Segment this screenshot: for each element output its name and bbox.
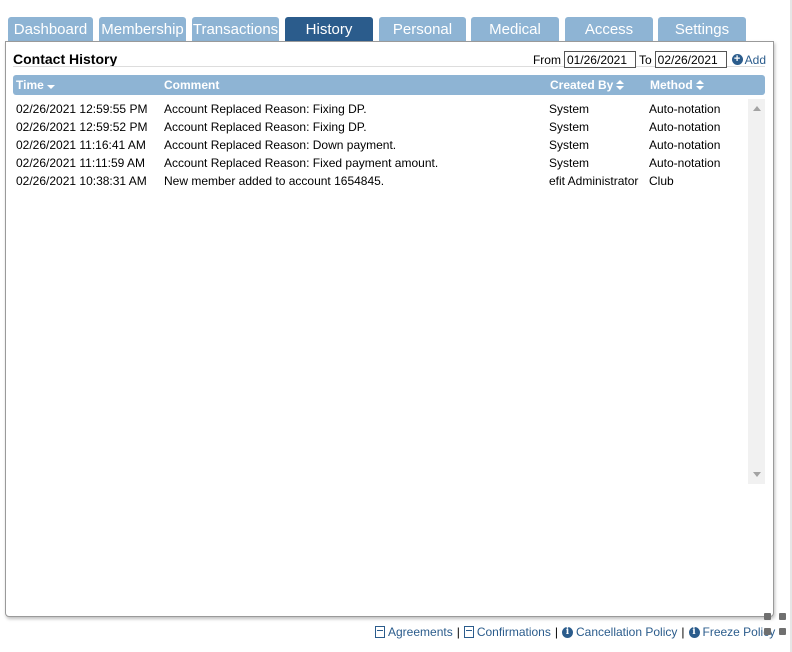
table-row[interactable]: 02/26/2021 11:11:59 AM Account Replaced … <box>13 155 747 173</box>
footer-links: Agreements | Confirmations | i Cancellat… <box>375 625 775 639</box>
tab-dashboard[interactable]: Dashboard <box>8 17 93 42</box>
column-label-method: Method <box>650 78 693 92</box>
vertical-scrollbar[interactable] <box>748 99 765 484</box>
scroll-down-icon[interactable] <box>753 472 761 477</box>
agreements-label: Agreements <box>388 625 453 639</box>
network-node <box>779 613 786 620</box>
column-label-comment: Comment <box>164 78 220 92</box>
table-row[interactable]: 02/26/2021 11:16:41 AM Account Replaced … <box>13 137 747 155</box>
scroll-up-icon[interactable] <box>753 106 761 111</box>
grid-header: Time Comment Created By Method <box>13 75 765 95</box>
cell-created-by: System <box>549 156 590 170</box>
tab-access[interactable]: Access <box>565 17 653 42</box>
to-label: To <box>638 52 652 67</box>
sort-desc-icon <box>46 80 55 90</box>
add-button[interactable]: + Add <box>731 52 766 67</box>
table-row[interactable]: 02/26/2021 10:38:31 AM New member added … <box>13 173 747 191</box>
cell-created-by: efit Administrator <box>549 174 639 188</box>
panel-title: Contact History <box>13 51 118 67</box>
cell-comment: Account Replaced Reason: Fixed payment a… <box>164 156 439 170</box>
cell-comment: Account Replaced Reason: Fixing DP. <box>164 120 367 134</box>
column-header-comment: Comment <box>164 78 219 92</box>
column-label-created-by: Created By <box>550 78 614 92</box>
network-icon[interactable] <box>762 611 790 639</box>
cell-method: Club <box>649 174 674 188</box>
table-row[interactable]: 02/26/2021 12:59:52 PM Account Replaced … <box>13 119 747 137</box>
separator: | <box>456 625 460 639</box>
separator: | <box>554 625 558 639</box>
confirmations-link[interactable]: Confirmations <box>463 625 551 639</box>
network-node <box>764 628 771 635</box>
cell-comment: New member added to account 1654845. <box>164 174 385 188</box>
table-row[interactable]: 02/26/2021 12:59:55 PM Account Replaced … <box>13 101 747 119</box>
cell-comment: Account Replaced Reason: Fixing DP. <box>164 102 367 116</box>
cancellation-label: Cancellation Policy <box>575 625 678 639</box>
cancellation-policy-link[interactable]: i Cancellation Policy <box>561 625 678 639</box>
info-icon: i <box>688 626 700 638</box>
cell-created-by: System <box>549 120 590 134</box>
cell-method: Auto-notation <box>649 138 721 152</box>
cell-time: 02/26/2021 11:11:59 AM <box>16 156 145 170</box>
from-date-input[interactable] <box>563 51 636 68</box>
tab-history[interactable]: History <box>285 17 373 42</box>
add-label: Add <box>744 52 766 67</box>
column-label-time: Time <box>16 78 44 92</box>
cell-time: 02/26/2021 12:59:52 PM <box>16 120 148 134</box>
sort-icon <box>695 80 704 90</box>
network-node <box>779 628 786 635</box>
pdf-file-icon <box>375 626 385 638</box>
history-list: 02/26/2021 12:59:55 PM Account Replaced … <box>13 101 747 191</box>
tab-settings[interactable]: Settings <box>658 17 746 42</box>
agreements-link[interactable]: Agreements <box>375 625 453 639</box>
cell-created-by: System <box>549 138 590 152</box>
cell-time: 02/26/2021 10:38:31 AM <box>16 174 147 188</box>
tab-membership[interactable]: Membership <box>99 17 186 42</box>
tab-personal[interactable]: Personal <box>379 17 466 42</box>
separator: | <box>681 625 685 639</box>
info-icon: i <box>561 626 573 638</box>
to-date-input[interactable] <box>654 51 727 68</box>
column-header-created-by[interactable]: Created By <box>550 78 625 92</box>
from-label: From <box>532 52 561 67</box>
pdf-file-icon <box>463 626 474 638</box>
tab-transactions[interactable]: Transactions <box>192 17 279 42</box>
cell-comment: Account Replaced Reason: Down payment. <box>164 138 397 152</box>
column-header-time[interactable]: Time <box>16 78 55 92</box>
confirmations-label: Confirmations <box>476 625 551 639</box>
sort-icon <box>616 80 625 90</box>
plus-circle-icon: + <box>731 54 743 65</box>
cell-method: Auto-notation <box>649 102 721 116</box>
date-range: From To + Add <box>533 51 766 68</box>
cell-time: 02/26/2021 12:59:55 PM <box>16 102 148 116</box>
column-header-method[interactable]: Method <box>650 78 704 92</box>
cell-time: 02/26/2021 11:16:41 AM <box>16 138 146 152</box>
tab-medical[interactable]: Medical <box>471 17 559 42</box>
cell-method: Auto-notation <box>649 156 721 170</box>
cell-created-by: System <box>549 102 590 116</box>
cell-method: Auto-notation <box>649 120 721 134</box>
network-node <box>764 613 771 620</box>
contact-history-panel: Contact History From To + Add Time Comme… <box>5 41 774 617</box>
